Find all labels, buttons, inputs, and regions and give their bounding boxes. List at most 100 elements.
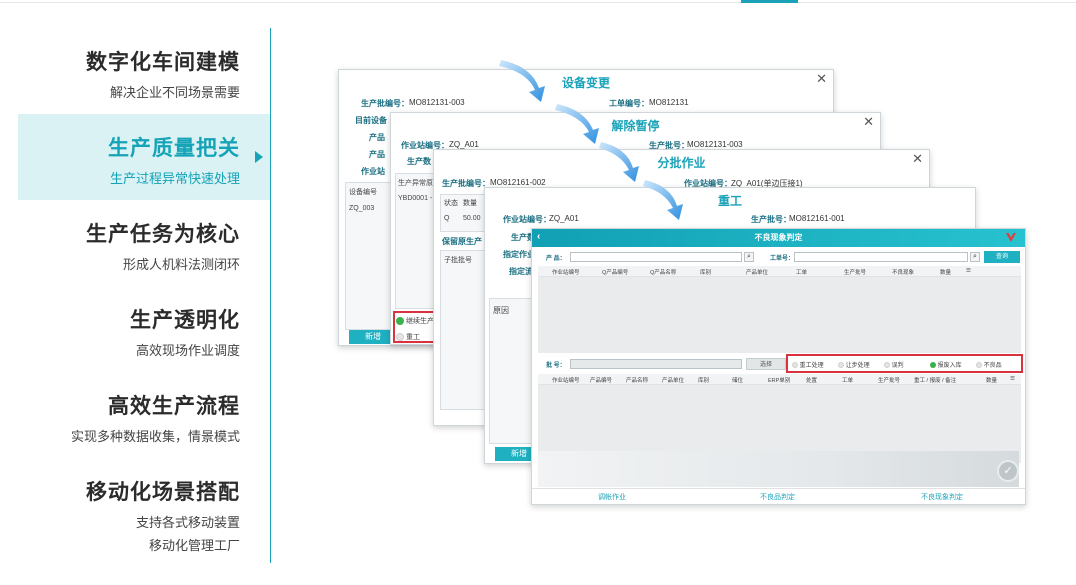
menu-item-subtitle: 支持各式移动装置 [135,515,240,530]
menu-item-subtitle: 生产过程异常快速处理 [109,171,240,186]
column-header: 数量 [940,270,952,276]
brand-logo-icon [1006,233,1016,242]
rework-option[interactable]: 重工处理 [792,360,824,369]
grid1-body [538,277,1021,353]
search-icon[interactable]: ⌕ [970,252,980,262]
menu-item-efficient-flow[interactable]: 高效生产流程 实现多种数据收集，情景模式 [18,372,270,458]
option-label: 继续生产 [405,318,434,325]
menu-item-subtitle: 形成人机料法测闭环 [122,257,240,272]
query-button[interactable]: 查询 [984,251,1020,263]
assigned-flow-label: 指定流 [509,267,533,276]
misjudge-option[interactable]: 误判 [884,360,904,369]
arrow-icon [555,104,599,144]
concession-option[interactable]: 让步处理 [838,360,870,369]
menu-item-workshop-modeling[interactable]: 数字化车间建模 解决企业不同场景需要 [18,28,270,114]
defective-option[interactable]: 不良品 [976,360,1002,369]
tab-defective-judgement[interactable]: 不良品判定 [760,492,795,502]
confirm-check-icon[interactable]: ✓ [997,460,1019,482]
menu-item-title: 生产任务为核心 [86,223,240,246]
option-label: 重工处理 [799,363,824,369]
continue-production-option[interactable]: 继续生产 [396,316,434,326]
lot-label: 生产批编号： [361,99,409,108]
product-label-2: 产品 [369,150,385,159]
column-menu-icon[interactable]: ☰ [966,268,971,274]
column-header: 工单 [842,378,854,384]
order-label: 工单号： [770,256,795,262]
grid2-header: 作业站编号 产品编号 产品名称 产品单位 库别 储位 ERP单别 处置 工单 生… [538,374,1021,385]
lot-label: 生产批编号： [442,179,490,188]
close-icon[interactable]: ✕ [863,114,874,130]
factory-backdrop [538,451,1019,487]
flow-arrows [499,60,683,220]
arrow-icon [599,142,639,182]
defect-judgement-window: ‹ 不良现象判定 产 品： ⌕ 工单号： ⌕ 查询 作业站编号 Q产品编号 Q产… [531,228,1026,505]
menu-item-title: 高效生产流程 [108,395,240,418]
exception-list: 生产异常原 YBD0001 - F [395,173,438,309]
product-input[interactable] [570,252,742,262]
column-header: Q产品名称 [650,270,677,276]
column-header: 库别 [700,270,712,276]
vertical-divider [270,28,271,563]
scrap-option[interactable]: 报废入库 [930,360,962,369]
station-label: 作业站 [361,167,385,176]
menu-item-subtitle-2: 移动化管理工厂 [148,538,240,553]
order-input[interactable] [794,252,968,262]
column-header: 生产批号 [844,270,867,276]
table-cell: 50.00 [463,215,481,222]
close-icon[interactable]: ✕ [816,71,827,87]
option-label: 误判 [891,363,904,369]
column-header: ERP单别 [768,378,791,384]
search-icon[interactable]: ⌕ [744,252,754,262]
menu-item-subtitle: 高效现场作业调度 [135,343,240,358]
tab-defect-phenomenon-judgement[interactable]: 不良现象判定 [921,492,963,502]
product-label: 产 品： [546,256,566,262]
table-cell: Q [444,215,450,222]
feature-menu: 数字化车间建模 解决企业不同场景需要 生产质量把关 生产过程异常快速处理 生产任… [18,28,270,578]
table-cell: ZQ_003 [349,205,375,212]
lot-value: MO812131-003 [409,98,465,107]
lot-value: MO812161-001 [789,214,845,223]
product-label: 产品 [369,133,385,142]
batch-label: 批 号： [546,363,566,369]
column-header: 产品单位 [746,270,769,276]
rework-option[interactable]: 重工 [396,332,420,342]
title-bar: ‹ 不良现象判定 [532,229,1025,247]
column-header: 处置 [806,378,818,384]
column-header: 产品单位 [662,378,685,384]
column-menu-icon[interactable]: ☰ [1010,376,1015,382]
column-header: 作业站编号 [552,270,580,276]
unchecked-icon [838,362,844,369]
menu-item-mobile[interactable]: 移动化场景搭配 支持各式移动装置 移动化管理工厂 [18,458,270,578]
unchecked-icon [396,333,404,342]
tab-adjust-account[interactable]: 调帐作业 [598,492,626,502]
menu-item-title: 数字化车间建模 [86,51,240,74]
option-label: 报废入库 [937,363,962,369]
unchecked-icon [884,362,890,369]
top-rule [0,2,1076,3]
current-equipment-label: 目前设备 [355,116,387,125]
select-button[interactable]: 选择 [746,358,786,370]
option-label: 让步处理 [845,363,870,369]
menu-item-task-core[interactable]: 生产任务为核心 形成人机料法测闭环 [18,200,270,286]
arrow-icon [499,60,545,102]
production-qty-label: 生产数 [407,157,431,166]
bottom-tab-bar: 调帐作业 不良品判定 不良现象判定 [532,488,1025,504]
checked-icon [396,317,404,326]
grid1-header: 作业站编号 Q产品编号 Q产品名称 库别 产品单位 工单 生产批号 不良现象 数… [538,266,1021,277]
column-header: 原因 [493,306,509,315]
close-icon[interactable]: ✕ [912,151,923,167]
menu-item-quality-control[interactable]: 生产质量把关 生产过程异常快速处理 [18,114,270,200]
menu-item-subtitle: 实现多种数据收集，情景模式 [70,429,240,444]
column-header: 不良现象 [892,270,915,276]
column-header: 重工 / 报废 / 备注 [914,378,957,384]
column-header: 生产异常原 [398,180,433,187]
column-header: 设备编号 [349,189,377,196]
unchecked-icon [976,362,982,369]
column-header: 子批批号 [444,257,472,264]
unchecked-icon [792,362,798,369]
lot-value: MO812131-003 [687,140,743,149]
sub-lot-table: 子批批号 [440,250,486,410]
batch-input[interactable] [570,359,742,369]
menu-item-title: 生产透明化 [130,309,240,332]
menu-item-transparency[interactable]: 生产透明化 高效现场作业调度 [18,286,270,372]
